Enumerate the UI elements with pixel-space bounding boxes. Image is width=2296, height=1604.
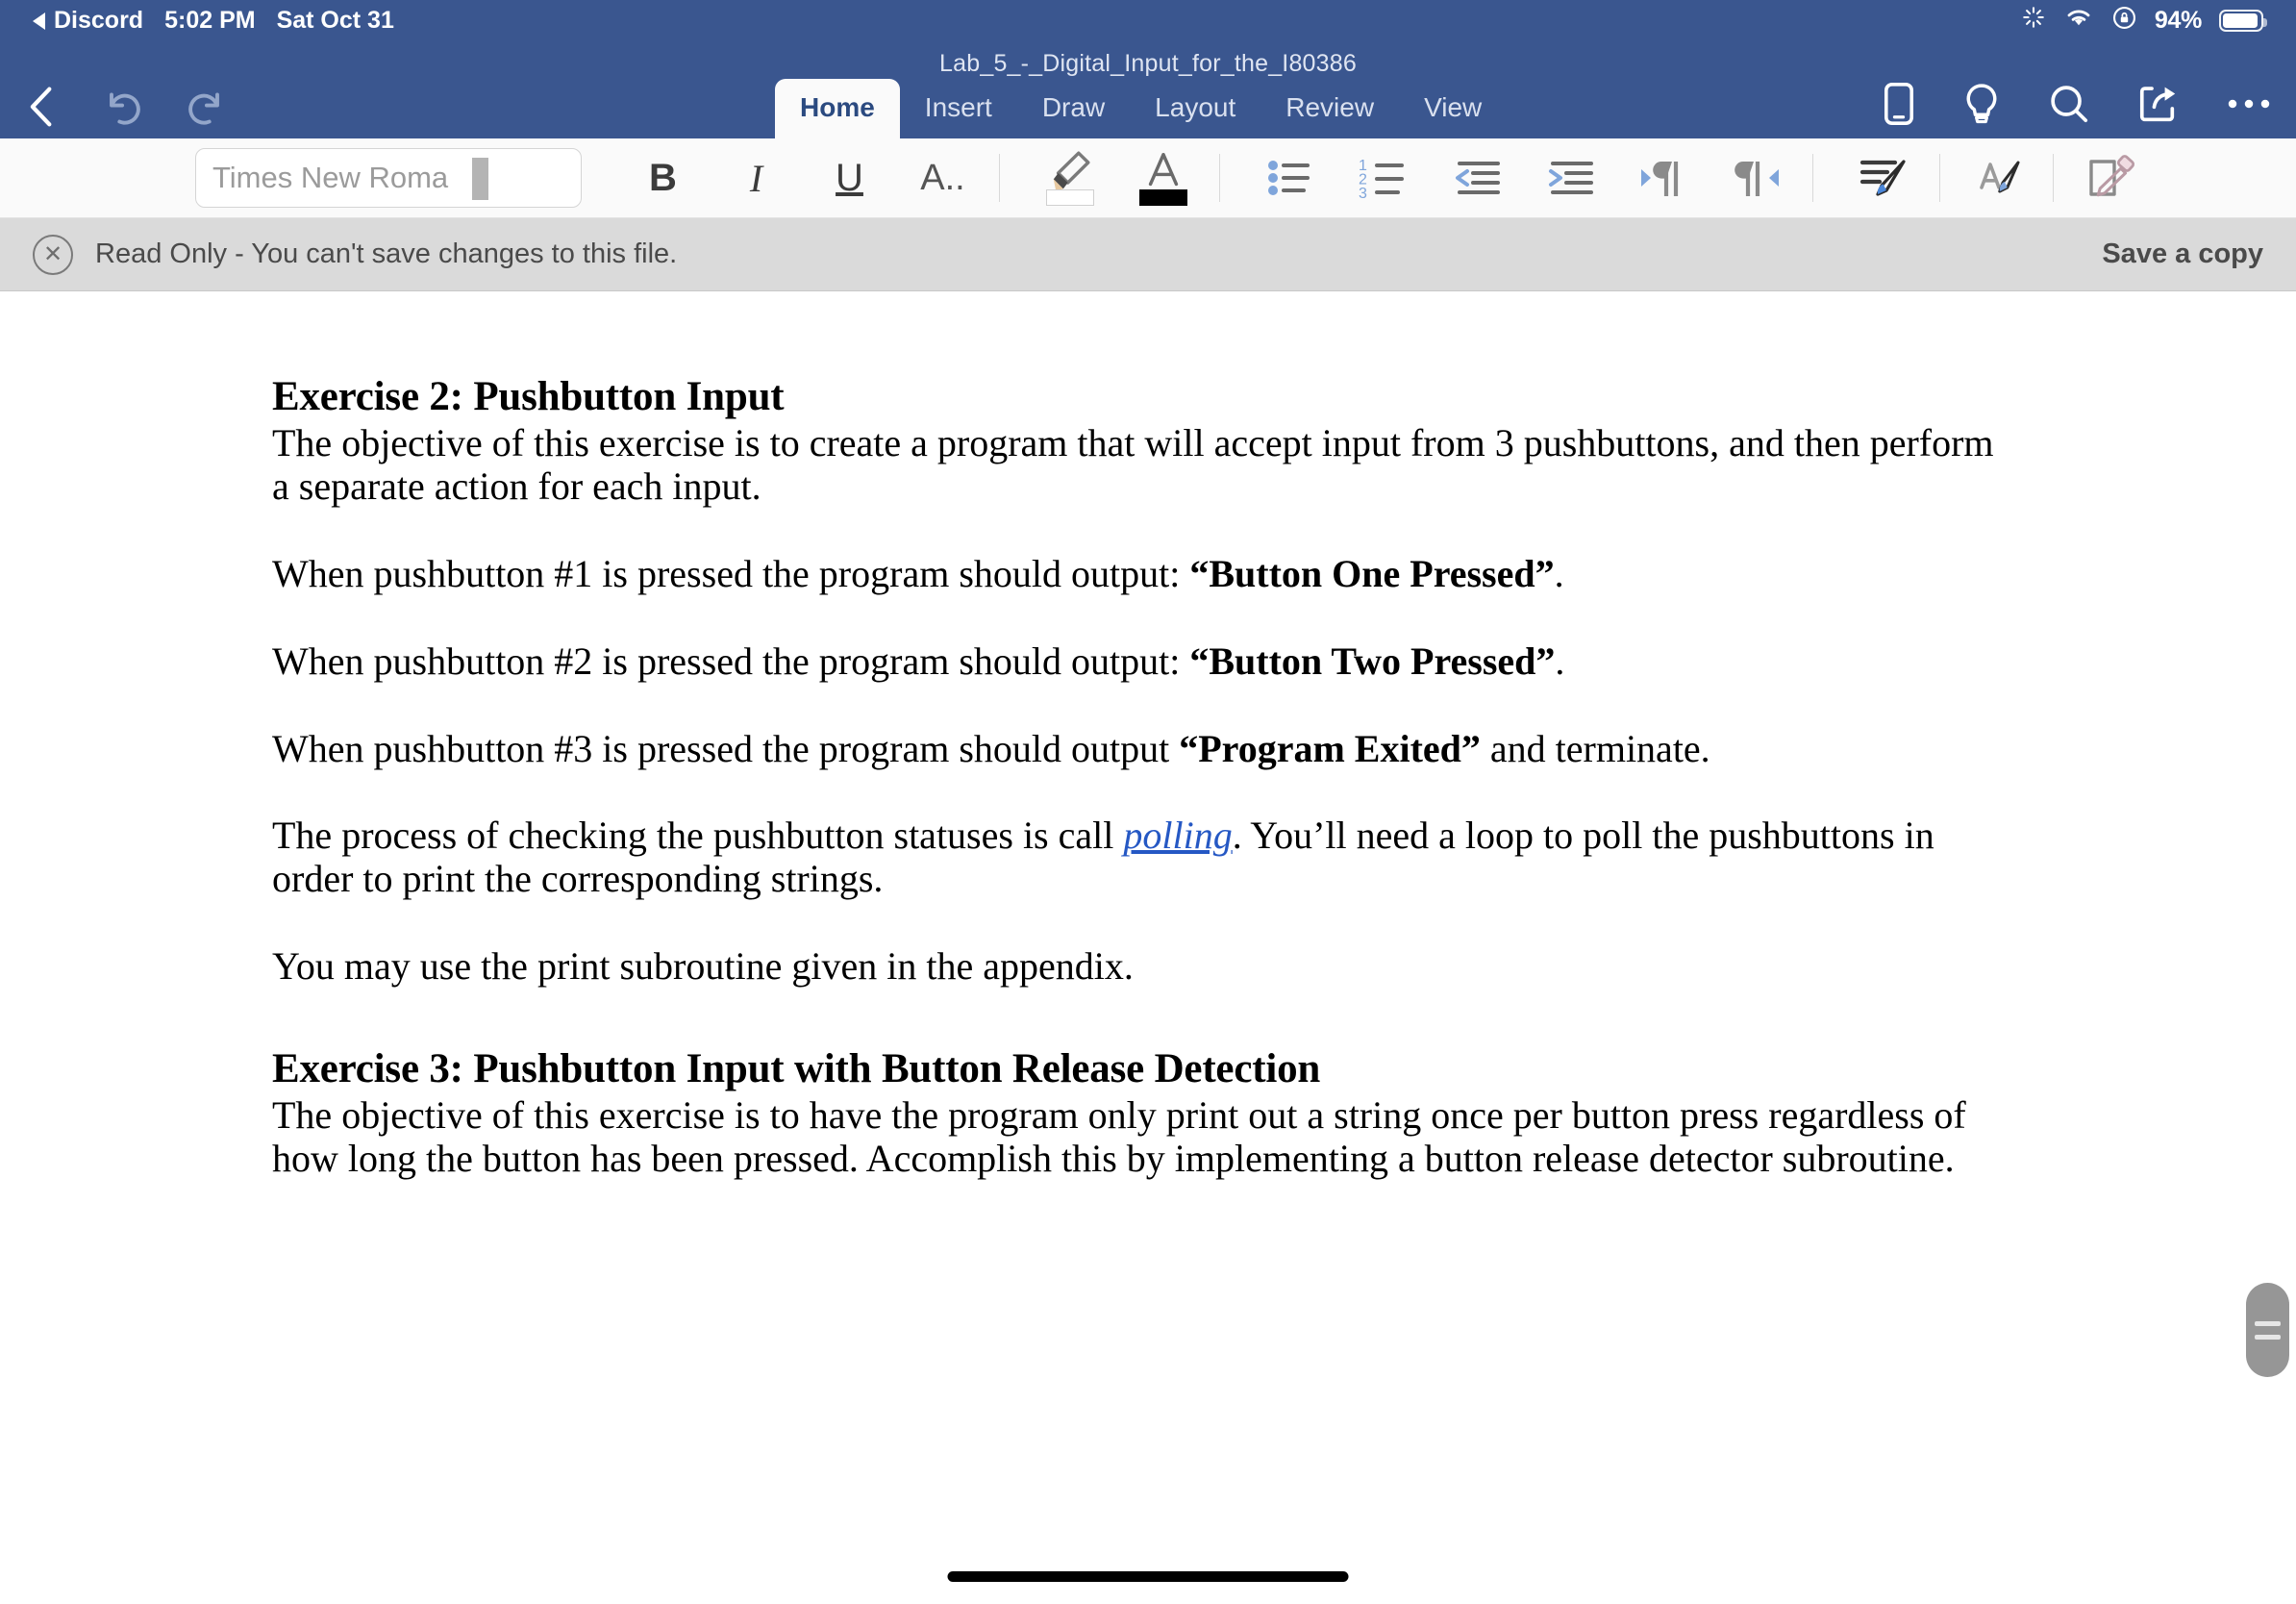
back-chevron-icon[interactable] <box>21 84 63 130</box>
clear-formatting-button[interactable] <box>2063 144 2157 212</box>
mobile-view-icon[interactable] <box>1883 82 1915 126</box>
toolbar-divider <box>999 154 1000 202</box>
svg-text:3: 3 <box>1359 186 1367 200</box>
rtl-paragraph-button[interactable] <box>1710 144 1803 212</box>
polling-hyperlink[interactable]: polling <box>1123 814 1232 858</box>
format-toolbar: Times New Roma B I U A.. 1 2 3 <box>0 138 2296 218</box>
tab-layout[interactable]: Layout <box>1130 79 1260 138</box>
save-a-copy-button[interactable]: Save a copy <box>2102 238 2263 270</box>
status-date: Sat Oct 31 <box>276 7 394 34</box>
paragraph-polling-pre: The process of checking the pushbutton s… <box>272 814 1124 858</box>
heading-exercise-2: Exercise 2: Pushbutton Input <box>272 374 785 419</box>
paragraph-style-button[interactable] <box>1836 144 1930 212</box>
rotation-lock-icon <box>2111 5 2137 38</box>
ribbon-tabs: Home Insert Draw Layout Review View <box>775 79 1507 138</box>
tab-draw[interactable]: Draw <box>1017 79 1130 138</box>
tab-home[interactable]: Home <box>775 79 900 138</box>
text-caret <box>472 158 488 200</box>
lightbulb-icon[interactable] <box>1962 82 2001 126</box>
ltr-paragraph-button[interactable] <box>1616 144 1710 212</box>
highlight-color-button[interactable] <box>1023 144 1116 212</box>
paragraph-button-two: When pushbutton #2 is pressed the progra… <box>272 639 2008 684</box>
document-title: Lab_5_-_Digital_Input_for_the_I80386 <box>939 50 1357 77</box>
decrease-indent-button[interactable] <box>1430 144 1523 212</box>
back-to-app-button[interactable]: Discord <box>33 7 143 35</box>
grip-line <box>2255 1320 2281 1326</box>
more-options-icon[interactable] <box>2227 94 2271 113</box>
paragraph-button-one: When pushbutton #1 is pressed the progra… <box>272 552 2008 596</box>
tab-insert[interactable]: Insert <box>900 79 1017 138</box>
status-time: 5:02 PM <box>164 7 256 34</box>
bold-label: B <box>649 156 677 199</box>
bold-button[interactable]: B <box>616 144 710 212</box>
paragraph-button-one-bold: “Button One Pressed” <box>1189 552 1555 596</box>
tab-review[interactable]: Review <box>1260 79 1399 138</box>
more-font-options-label: A.. <box>920 157 965 198</box>
increase-indent-button[interactable] <box>1523 144 1616 212</box>
search-icon[interactable] <box>2048 83 2090 125</box>
font-color-swatch <box>1138 189 1187 206</box>
paragraph-button-three: When pushbutton #3 is pressed the progra… <box>272 726 2008 771</box>
wifi-icon <box>2063 5 2094 37</box>
more-font-options-button[interactable]: A.. <box>896 144 989 212</box>
paragraph-button-one-pre: When pushbutton #1 is pressed the progra… <box>272 552 1190 596</box>
scroll-grip-handle[interactable] <box>2246 1283 2289 1377</box>
highlight-color-swatch <box>1045 189 1094 206</box>
document-canvas[interactable]: Exercise 2: Pushbutton Input The objecti… <box>0 316 2296 1604</box>
font-name-value: Times New Roma <box>212 161 449 194</box>
paragraph-button-two-post: . <box>1555 639 1565 683</box>
toolbar-divider-5 <box>2053 154 2054 202</box>
paragraph-polling: The process of checking the pushbutton s… <box>272 815 2008 901</box>
toolbar-divider-3 <box>1812 154 1813 202</box>
paragraph-exercise-3: The objective of this exercise is to hav… <box>272 1093 1966 1181</box>
font-name-input[interactable]: Times New Roma <box>195 148 582 208</box>
text-style-button[interactable] <box>1950 144 2043 212</box>
underline-button[interactable]: U <box>803 144 896 212</box>
share-icon[interactable] <box>2137 83 2180 125</box>
paragraph-button-three-bold: “Program Exited” <box>1179 726 1481 770</box>
underline-label: U <box>836 156 863 199</box>
undo-icon[interactable] <box>100 84 146 130</box>
paragraph-button-two-pre: When pushbutton #2 is pressed the progra… <box>272 639 1190 683</box>
document-page: Exercise 2: Pushbutton Input The objecti… <box>0 316 2296 1181</box>
heading-exercise-3: Exercise 3: Pushbutton Input with Button… <box>272 1045 1321 1091</box>
battery-icon <box>2219 10 2267 32</box>
paragraph-intro: The objective of this exercise is to cre… <box>272 421 1994 509</box>
back-triangle-icon <box>33 12 45 30</box>
grip-line <box>2255 1334 2281 1340</box>
italic-button[interactable]: I <box>710 144 803 212</box>
close-circle-icon[interactable]: ✕ <box>33 234 73 275</box>
read-only-message: Read Only - You can't save changes to th… <box>95 238 678 269</box>
paragraph-button-three-post: and terminate. <box>1480 726 1710 770</box>
redo-icon[interactable] <box>183 84 229 130</box>
paragraph-button-three-pre: When pushbutton #3 is pressed the progra… <box>272 726 1180 770</box>
paragraph-appendix: You may use the print subroutine given i… <box>272 944 1134 989</box>
italic-label: I <box>749 156 763 200</box>
toolbar-divider-2 <box>1219 154 1220 202</box>
numbered-list-button[interactable]: 1 2 3 <box>1336 144 1430 212</box>
paragraph-button-one-post: . <box>1554 552 1564 596</box>
paragraph-button-two-bold: “Button Two Pressed” <box>1189 639 1556 683</box>
activity-spinner-icon <box>2021 5 2046 37</box>
app-header: Lab_5_-_Digital_Input_for_the_I80386 Hom… <box>0 41 2296 138</box>
back-app-label: Discord <box>54 7 144 34</box>
status-bar: Discord 5:02 PM Sat Oct 31 94% <box>0 0 2296 41</box>
bullet-list-button[interactable] <box>1243 144 1336 212</box>
font-color-button[interactable] <box>1116 144 1210 212</box>
read-only-banner: ✕ Read Only - You can't save changes to … <box>0 218 2296 291</box>
toolbar-divider-4 <box>1939 154 1940 202</box>
home-indicator[interactable] <box>947 1571 1349 1582</box>
tab-view[interactable]: View <box>1399 79 1507 138</box>
battery-percent-label: 94% <box>2154 7 2202 34</box>
